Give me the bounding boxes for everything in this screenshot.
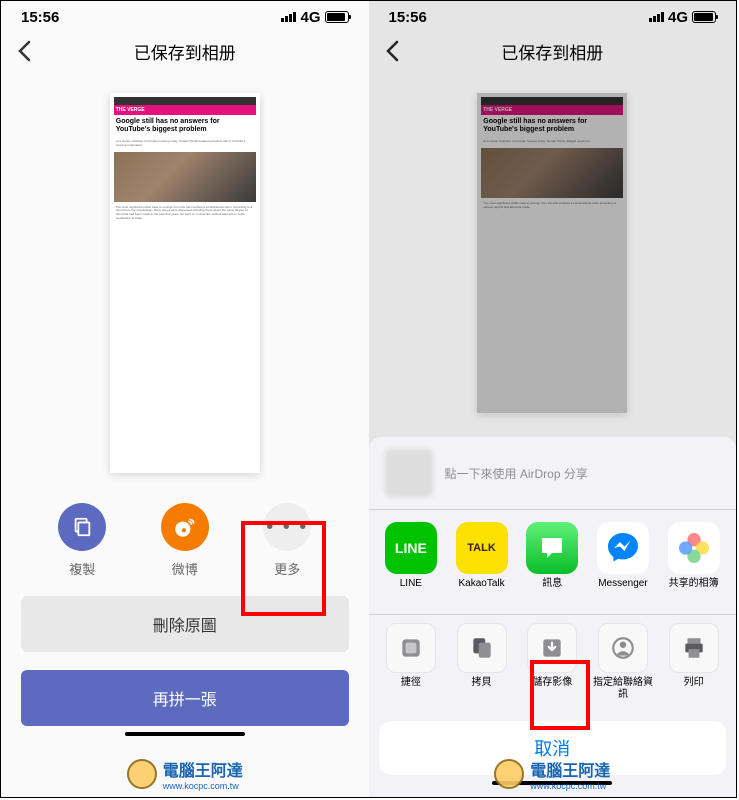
screenshot-preview: THE VERGE Google still has no answers fo… [369, 73, 737, 433]
kakaotalk-icon: TALK [456, 522, 508, 574]
battery-icon [692, 11, 716, 23]
airdrop-label: 點一下來使用 AirDrop 分享 [445, 465, 588, 482]
battery-icon [325, 11, 349, 23]
page-header: 已保存到相册 [1, 29, 369, 73]
share-options-row: 複製 微博 • • • 更多 [1, 503, 369, 578]
network-label: 4G [668, 9, 688, 26]
watermark-mascot-icon [127, 759, 157, 789]
ios-share-sheet: 點一下來使用 AirDrop 分享 LINE LINE TALK KakaoTa… [369, 437, 737, 797]
watermark-mascot-icon [494, 759, 524, 789]
messenger-icon [597, 522, 649, 574]
status-time: 15:56 [21, 9, 59, 26]
screenshot-preview[interactable]: THE VERGE Google still has no answers fo… [1, 73, 369, 493]
page-title: 已保存到相册 [134, 39, 236, 64]
shortcuts-icon [386, 623, 436, 673]
back-button[interactable] [17, 40, 31, 62]
share-more-label: 更多 [274, 559, 300, 578]
watermark: 電腦王阿達 www.kocpc.com.tw [494, 757, 610, 791]
share-weibo-label: 微博 [172, 559, 198, 578]
line-icon: LINE [385, 522, 437, 574]
status-bar: 15:56 4G [1, 1, 369, 29]
action-copy[interactable]: 拷貝 [447, 623, 516, 701]
copy-action-icon [457, 623, 507, 673]
action-save-image[interactable]: 儲存影像 [518, 623, 587, 701]
watermark-url: www.kocpc.com.tw [163, 781, 243, 791]
watermark-text: 電腦王阿達 [163, 763, 243, 780]
share-more[interactable]: • • • 更多 [263, 503, 311, 578]
share-apps-row: LINE LINE TALK KakaoTalk 訊息 [369, 518, 737, 614]
more-icon: • • • [263, 503, 311, 551]
back-button[interactable] [385, 40, 399, 62]
page-header: 已保存到相册 [369, 29, 737, 73]
action-shortcuts[interactable]: 捷徑 [377, 623, 446, 701]
delete-original-button[interactable]: 刪除原圖 [21, 596, 349, 652]
preview-brand: THE VERGE [114, 105, 256, 115]
share-weibo[interactable]: 微博 [161, 503, 209, 578]
watermark: 電腦王阿達 www.kocpc.com.tw [127, 757, 243, 791]
action-assign-contact[interactable]: 指定給聯絡資訊 [589, 623, 658, 701]
photos-icon [668, 522, 720, 574]
home-indicator[interactable] [125, 732, 245, 736]
airdrop-thumbnail [385, 449, 433, 497]
preview-headline: Google still has no answers for YouTube'… [114, 115, 256, 138]
share-copy[interactable]: 複製 [58, 503, 106, 578]
app-kakaotalk[interactable]: TALK KakaoTalk [447, 522, 516, 602]
messages-icon [526, 522, 578, 574]
share-copy-label: 複製 [69, 559, 95, 578]
save-image-icon [527, 623, 577, 673]
status-bar: 15:56 4G [369, 1, 737, 29]
watermark-text: 電腦王阿達 [530, 763, 610, 780]
stitch-again-button[interactable]: 再拼一張 [21, 670, 349, 726]
phone-screen-left: 15:56 4G 已保存到相册 THE VERGE Google still h… [1, 1, 369, 797]
app-line[interactable]: LINE LINE [377, 522, 446, 602]
phone-screen-right: 15:56 4G 已保存到相册 THE VERGE Google still h… [369, 1, 737, 797]
assign-contact-icon [598, 623, 648, 673]
watermark-url: www.kocpc.com.tw [530, 781, 610, 791]
network-label: 4G [300, 9, 320, 26]
airdrop-section[interactable]: 點一下來使用 AirDrop 分享 [369, 437, 737, 509]
action-print[interactable]: 列印 [659, 623, 728, 701]
signal-icon [281, 12, 296, 22]
app-messages[interactable]: 訊息 [518, 522, 587, 602]
app-messenger[interactable]: Messenger [589, 522, 658, 602]
status-time: 15:56 [389, 9, 427, 26]
weibo-icon [161, 503, 209, 551]
signal-icon [649, 12, 664, 22]
print-icon [669, 623, 719, 673]
app-shared-albums[interactable]: 共享的相簿 [659, 522, 728, 602]
copy-icon [58, 503, 106, 551]
share-actions-row: 捷徑 拷貝 儲存影像 [369, 614, 737, 713]
page-title: 已保存到相册 [501, 39, 603, 64]
